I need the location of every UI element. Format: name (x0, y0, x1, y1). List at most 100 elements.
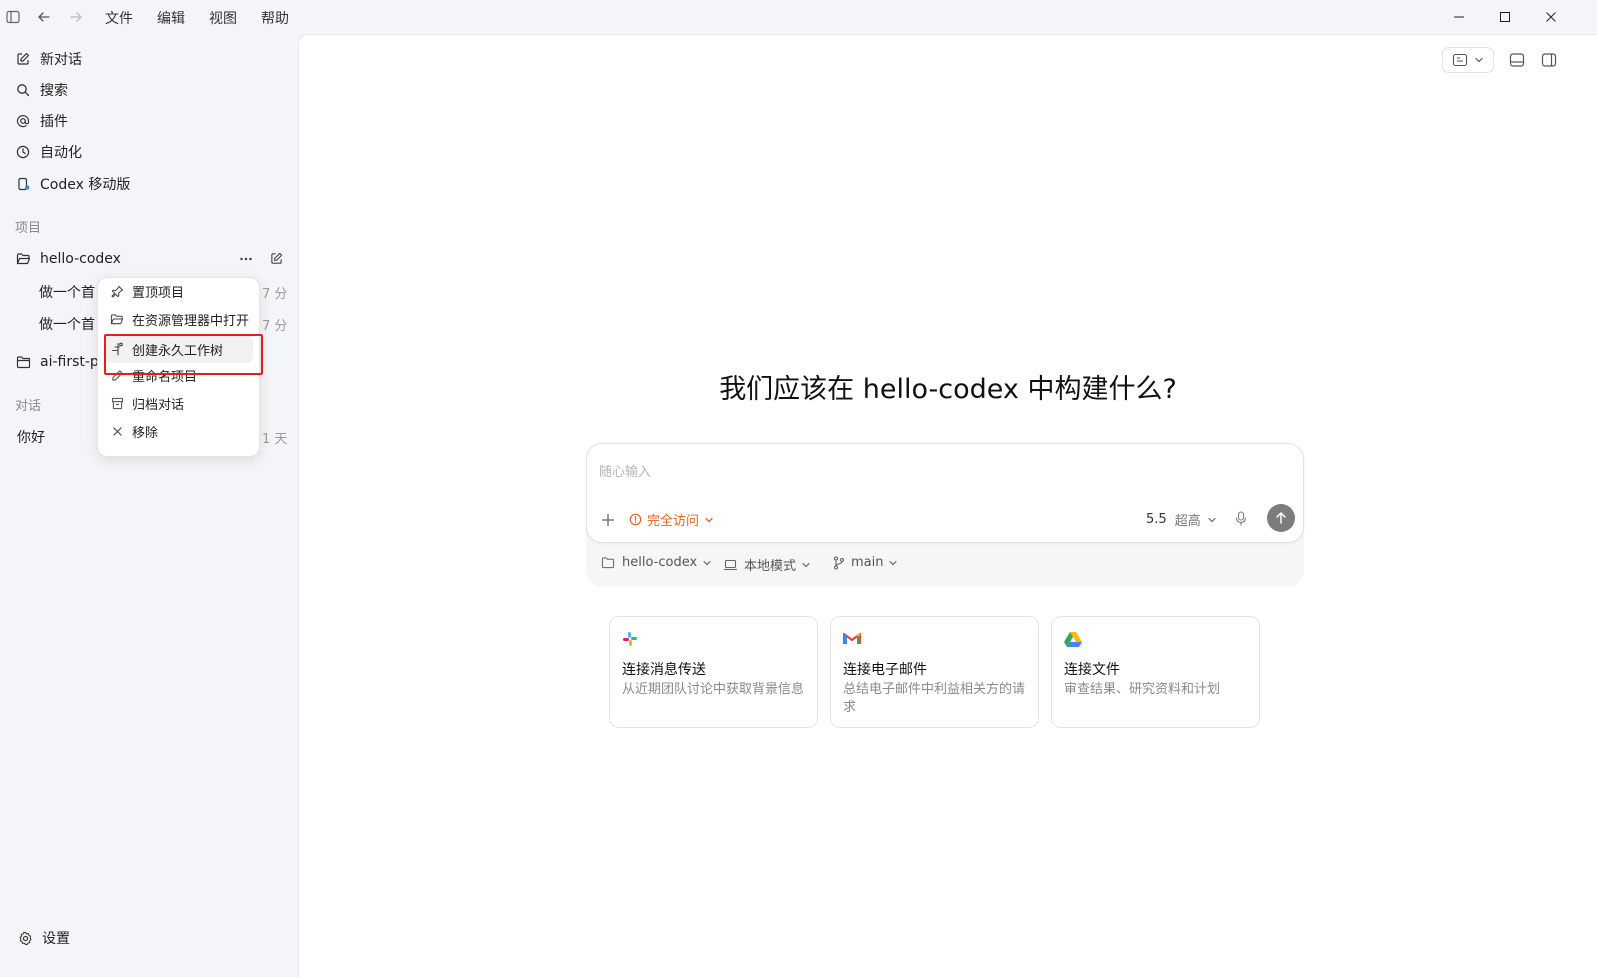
connect-files-card[interactable]: 连接文件 审查结果、研究资料和计划 (1051, 616, 1260, 728)
sidebar-item-label: Codex 移动版 (40, 177, 131, 193)
menu-item-label: 归档对话 (132, 397, 185, 413)
mode-label: 本地模式 (744, 559, 797, 574)
page-headline: 我们应该在 hello-codex 中构建什么? (719, 374, 1177, 405)
project-selector[interactable]: hello-codex (601, 555, 712, 570)
gmail-icon (843, 631, 861, 645)
project-hello-codex[interactable]: hello-codex (14, 248, 121, 270)
projects-section-label: 项目 (15, 221, 42, 236)
sidebar-item-automation[interactable]: 自动化 (14, 141, 82, 163)
menu-item-label: 移除 (132, 425, 159, 441)
arrow-up-icon (1276, 512, 1286, 524)
menu-item-open-in-explorer[interactable]: 在资源管理器中打开 (110, 309, 249, 329)
pin-icon (110, 284, 124, 298)
chat-item[interactable]: 你好 (17, 427, 45, 447)
window-icon (1452, 53, 1468, 67)
connect-messaging-card[interactable]: 连接消息传送 从近期团队讨论中获取背景信息 (609, 616, 818, 728)
mobile-icon (14, 175, 32, 193)
laptop-icon (724, 559, 737, 570)
microphone-icon[interactable] (1235, 511, 1247, 526)
chevron-down-icon (802, 562, 810, 567)
sidebar-item-plugins[interactable]: 插件 (14, 110, 68, 132)
card-description: 从近期团队讨论中获取背景信息 (622, 682, 805, 697)
menu-item-remove[interactable]: 移除 (110, 421, 158, 441)
card-description: 审查结果、研究资料和计划 (1064, 682, 1221, 697)
maximize-button[interactable] (1482, 0, 1528, 34)
model-selector[interactable]: 5.5 超高 (1146, 510, 1217, 529)
warning-icon (629, 513, 642, 526)
connect-email-card[interactable]: 连接电子邮件 总结电子邮件中利益相关方的请求 (830, 616, 1039, 728)
folder-icon (14, 353, 32, 371)
composer-left-tools: 完全访问 (601, 510, 714, 529)
chat-time: 1 天 (262, 432, 288, 447)
chevron-down-icon (1208, 517, 1216, 522)
chats-section-label: 对话 (15, 399, 42, 414)
project-new-chat-icon[interactable] (270, 252, 283, 265)
sidebar-item-mobile[interactable]: Codex 移动版 (14, 173, 130, 195)
thread-item[interactable]: 做一个首 (39, 314, 95, 334)
composer-container: 随心输入 完全访问 5.5 超高 hello-codex 本地模式 main (586, 443, 1304, 587)
menu-item-archive-chats[interactable]: 归档对话 (110, 393, 184, 413)
branch-label: main (851, 555, 884, 570)
model-effort: 超高 (1174, 514, 1201, 529)
forward-arrow-icon[interactable] (66, 7, 86, 27)
folder-open-icon (110, 312, 124, 326)
menu-item-label: 置顶项目 (132, 285, 185, 301)
menu-help[interactable]: 帮助 (261, 8, 289, 28)
gear-icon (16, 929, 34, 947)
thread-time: 7 分 (262, 287, 288, 302)
archive-icon (110, 396, 124, 410)
branch-selector[interactable]: main (833, 555, 898, 570)
menu-view[interactable]: 视图 (209, 8, 237, 28)
project-ai-first[interactable]: ai-first-pa (14, 351, 107, 373)
card-title: 连接消息传送 (622, 662, 706, 678)
new-chat-icon (14, 50, 32, 68)
project-selector-label: hello-codex (622, 555, 698, 570)
drive-icon (1064, 631, 1082, 647)
composer-input[interactable]: 随心输入 (599, 461, 651, 480)
folder-open-icon (14, 250, 32, 268)
settings-button[interactable]: 设置 (16, 927, 70, 949)
mode-selector[interactable]: 本地模式 (723, 555, 811, 574)
menu-item-label: 在资源管理器中打开 (132, 313, 250, 329)
menu-item-pin-project[interactable]: 置顶项目 (110, 281, 184, 301)
git-branch-icon (833, 555, 845, 570)
settings-label: 设置 (42, 931, 70, 947)
card-title: 连接文件 (1064, 662, 1120, 678)
terminal-toggle-icon[interactable] (1509, 52, 1525, 68)
sidebar-item-search[interactable]: 搜索 (14, 79, 68, 101)
title-bar: 文件 编辑 视图 帮助 (0, 0, 1597, 34)
close-window-button[interactable] (1528, 0, 1574, 34)
close-icon (110, 424, 124, 438)
open-in-dropdown[interactable] (1442, 47, 1494, 73)
sidebar-item-new-chat[interactable]: 新对话 (14, 48, 82, 70)
sidebar-item-label: 插件 (40, 114, 68, 130)
sidebar-item-label: 新对话 (40, 52, 82, 68)
menu-file[interactable]: 文件 (105, 8, 133, 28)
sidebar: 新对话 搜索 插件 自动化 Codex 移动版 项目 hello-codex 做… (0, 34, 298, 977)
chevron-down-icon (705, 517, 713, 522)
thread-item[interactable]: 做一个首 (39, 282, 95, 302)
back-arrow-icon[interactable] (34, 7, 54, 27)
composer[interactable]: 随心输入 完全访问 5.5 超高 (586, 443, 1304, 543)
slack-icon (622, 631, 638, 647)
project-more-icon[interactable] (239, 256, 253, 262)
sidebar-item-label: 搜索 (40, 83, 68, 99)
send-button[interactable] (1267, 504, 1295, 532)
card-title: 连接电子邮件 (843, 662, 927, 678)
project-name: hello-codex (40, 251, 121, 267)
sidebar-toggle-icon[interactable] (3, 7, 23, 27)
sidebar-item-label: 自动化 (40, 145, 82, 161)
minimize-button[interactable] (1436, 0, 1482, 34)
clock-icon (14, 143, 32, 161)
chevron-down-icon (1475, 57, 1483, 63)
menu-edit[interactable]: 编辑 (157, 8, 185, 28)
chevron-down-icon (703, 560, 711, 565)
side-panel-toggle-icon[interactable] (1541, 52, 1557, 68)
access-dropdown[interactable]: 完全访问 (629, 510, 714, 529)
chevron-down-icon (889, 560, 898, 565)
access-label: 完全访问 (647, 514, 700, 529)
highlight-annotation-box (104, 334, 263, 375)
thread-time: 7 分 (262, 319, 288, 334)
plus-icon[interactable] (601, 513, 615, 527)
card-description: 总结电子邮件中利益相关方的请求 (843, 682, 1026, 715)
